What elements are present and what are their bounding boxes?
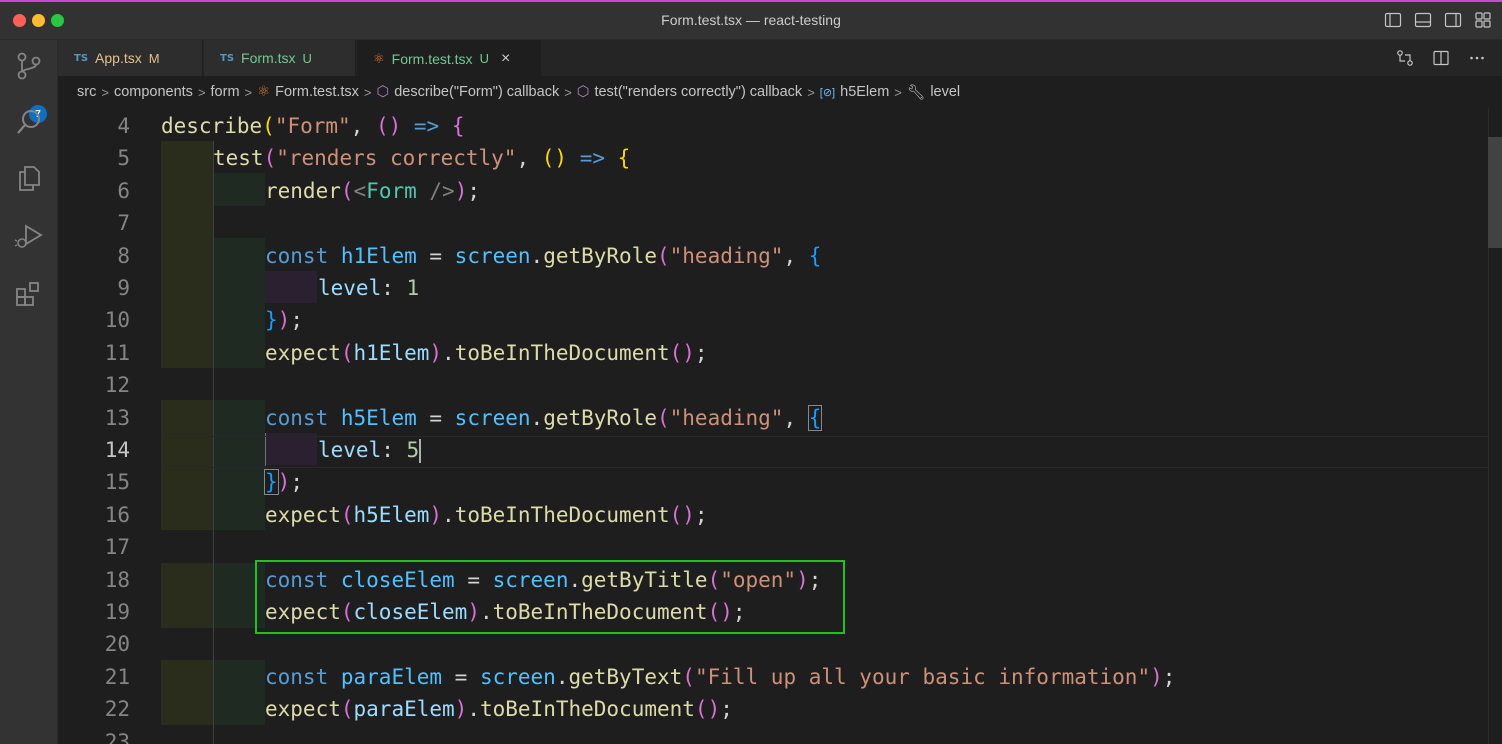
code-line: 4 describe("Form", () => { [58, 110, 1488, 142]
tab-status: M [148, 50, 160, 66]
scrollbar-thumb[interactable] [1488, 137, 1502, 248]
line-number: 14 [104, 438, 130, 462]
code-line: 23 [58, 726, 1488, 744]
variable-icon: [⊘] [819, 86, 836, 99]
tab-form-tsx[interactable]: TS Form.tsx U [204, 40, 356, 76]
toggle-primary-sidebar-icon[interactable] [1384, 11, 1402, 29]
code-line: 17 [58, 531, 1488, 563]
window-title: Form.test.tsx — react-testing [661, 12, 841, 28]
line-number: 10 [104, 308, 130, 333]
tab-label: App.tsx [95, 50, 142, 66]
text-cursor [419, 439, 422, 463]
breadcrumb-item[interactable]: form [211, 84, 240, 100]
line-number: 22 [104, 697, 130, 722]
code-line: 5 test("renders correctly", () => { [58, 142, 1488, 174]
code-line: 13 const h5Elem = screen.getByRole("head… [58, 402, 1488, 434]
files-icon[interactable] [13, 162, 45, 194]
line-number: 8 [117, 243, 130, 268]
split-editor-icon[interactable] [1432, 49, 1450, 67]
line-number: 16 [104, 502, 130, 527]
line-number: 17 [104, 535, 130, 560]
tab-status: U [479, 51, 489, 66]
breadcrumb-item[interactable]: describe("Form") callback [394, 84, 559, 100]
breadcrumb-item[interactable]: components [114, 84, 193, 100]
code-line: 16 expect(h5Elem).toBeInTheDocument(); [58, 499, 1488, 531]
chevron-right-icon: > [244, 84, 253, 100]
more-actions-icon[interactable] [1468, 49, 1486, 67]
source-control-icon[interactable] [13, 50, 45, 82]
code-line: 9 level: 1 [58, 272, 1488, 304]
property-wrench-icon: 🔧︎ [906, 84, 926, 101]
annotation-highlight-box [255, 560, 845, 634]
extensions-icon[interactable] [13, 278, 45, 310]
customize-layout-icon[interactable] [1474, 11, 1492, 29]
code-line: 10 }); [58, 304, 1488, 336]
breadcrumb-item[interactable]: h5Elem [840, 84, 889, 100]
breadcrumb-item[interactable]: src [77, 84, 96, 100]
line-number: 18 [104, 567, 130, 592]
tab-form-test-tsx[interactable]: ⚛ Form.test.tsx U × [357, 40, 541, 76]
code-line: 11 expect(h1Elem).toBeInTheDocument(); [58, 337, 1488, 369]
tab-app-tsx[interactable]: TS App.tsx M [58, 40, 203, 76]
line-number: 21 [104, 664, 130, 689]
chevron-right-icon: > [564, 84, 572, 100]
chevron-right-icon: > [807, 84, 815, 100]
tab-status: U [302, 50, 312, 66]
chevron-right-icon: > [894, 84, 902, 100]
code-line: 14 level: 5 [58, 434, 1488, 466]
breadcrumb: src > components > form > ⚛ Form.test.ts… [58, 76, 1502, 108]
typescript-file-icon: TS [74, 52, 89, 64]
code-line: 8 const h1Elem = screen.getByRole("headi… [58, 240, 1488, 272]
line-number: 11 [104, 340, 130, 365]
line-number: 15 [104, 470, 130, 495]
react-file-icon: ⚛ [373, 50, 385, 66]
code-line: 21 const paraElem = screen.getByText("Fi… [58, 661, 1488, 693]
chevron-right-icon: > [197, 84, 206, 100]
run-debug-icon[interactable] [13, 220, 45, 252]
search-icon[interactable] [13, 106, 45, 138]
editor-tab-bar: TS App.tsx M TS Form.tsx U ⚛ Form.test.t… [58, 40, 1502, 76]
line-number: 4 [117, 114, 130, 138]
line-number: 13 [104, 405, 130, 430]
tab-label: Form.tsx [241, 50, 296, 66]
breadcrumb-item[interactable]: Form.test.tsx [275, 84, 359, 100]
line-number: 23 [104, 729, 130, 744]
line-number: 7 [117, 211, 130, 236]
breadcrumb-item[interactable]: test("renders correctly") callback [594, 84, 802, 100]
line-number: 19 [104, 600, 130, 624]
close-tab-icon[interactable]: × [501, 50, 510, 68]
react-file-icon: ⚛ [257, 84, 271, 100]
open-changes-icon[interactable] [1396, 49, 1414, 67]
title-bar: Form.test.tsx — react-testing [0, 0, 1502, 40]
chevron-right-icon: > [363, 84, 372, 100]
method-cube-icon: ⬡ [376, 84, 390, 100]
tab-label: Form.test.tsx [391, 50, 473, 67]
code-line: 7 [58, 207, 1488, 239]
typescript-file-icon: TS [220, 52, 235, 64]
code-line: 12 [58, 369, 1488, 401]
chevron-right-icon: > [101, 84, 109, 100]
code-line: 22 expect(paraElem).toBeInTheDocument(); [58, 693, 1488, 725]
code-editor[interactable]: 4 describe("Form", () => { 5 test("rende… [58, 108, 1502, 744]
activity-bar: 7 [0, 40, 58, 744]
toggle-panel-icon[interactable] [1414, 11, 1432, 29]
breadcrumb-item[interactable]: level [930, 84, 960, 100]
method-cube-icon: ⬡ [576, 84, 590, 100]
code-line: 6 render(<Form />); [58, 175, 1488, 207]
line-number: 12 [104, 373, 130, 398]
code-line: 15 }); [58, 466, 1488, 498]
line-number: 5 [117, 146, 130, 171]
line-number: 6 [117, 178, 130, 203]
line-number: 20 [104, 632, 130, 657]
toggle-secondary-sidebar-icon[interactable] [1444, 11, 1462, 29]
line-number: 9 [117, 276, 130, 300]
